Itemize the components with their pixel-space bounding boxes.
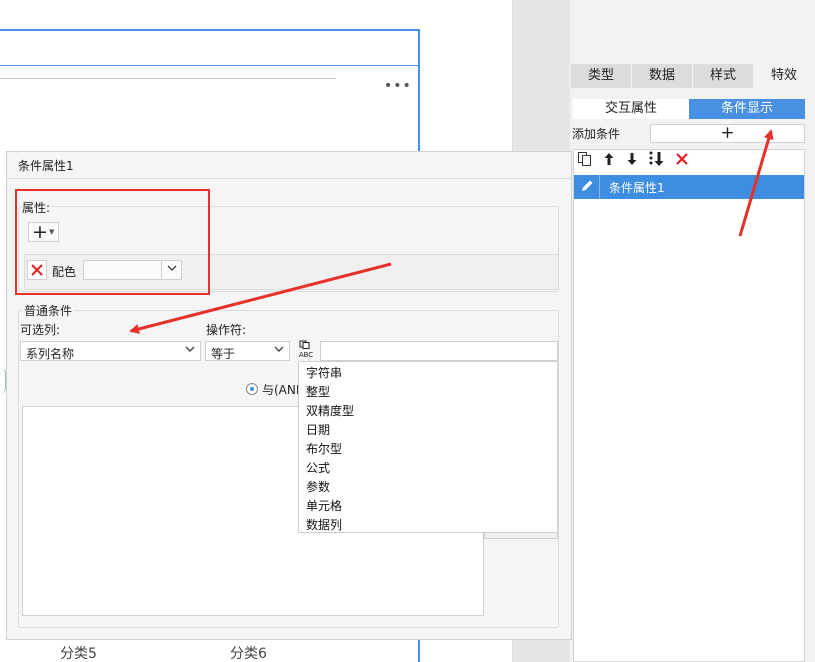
value-type-dropdown: 字符串 整型 双精度型 日期 布尔型 公式 参数 单元格 数据列 — [298, 361, 558, 533]
and-radio[interactable] — [246, 383, 258, 395]
type-option-parameter[interactable]: 参数 — [306, 478, 330, 495]
column-select[interactable]: 系列名称 — [20, 341, 201, 361]
x-category-label: 分类6 — [230, 646, 267, 662]
tab-data[interactable]: 数据 — [632, 64, 693, 88]
add-condition-label: 添加条件 — [572, 127, 621, 141]
tab-style[interactable]: 样式 — [693, 64, 754, 88]
condition-list — [573, 149, 805, 662]
column-label: 可选列: — [20, 323, 61, 337]
operator-select-value: 等于 — [211, 347, 236, 361]
tab-conditional-display[interactable]: 条件显示 — [689, 99, 805, 119]
type-option-cell[interactable]: 单元格 — [306, 497, 342, 514]
value-type-button[interactable]: ABC — [294, 340, 318, 362]
more-options-icon[interactable]: ••• — [384, 78, 412, 94]
normal-condition-label: 普通条件 — [22, 302, 75, 319]
chart-frame-divider — [0, 65, 418, 66]
condition-item-label: 条件属性1 — [609, 181, 665, 195]
operator-label: 操作符: — [206, 323, 247, 337]
delete-icon[interactable] — [675, 152, 689, 172]
canvas-edge-marker — [0, 368, 6, 394]
tab-effects[interactable]: 特效 — [754, 64, 815, 88]
add-condition-button[interactable]: + — [650, 124, 805, 143]
column-select-value: 系列名称 — [26, 347, 75, 361]
type-option-double[interactable]: 双精度型 — [306, 402, 354, 419]
type-option-boolean[interactable]: 布尔型 — [306, 440, 342, 457]
tab-type[interactable]: 类型 — [571, 64, 632, 88]
type-option-formula[interactable]: 公式 — [306, 459, 330, 476]
arrow-down-icon[interactable] — [625, 151, 639, 173]
x-category-label: 分类5 — [60, 646, 97, 662]
type-option-integer[interactable]: 整型 — [306, 383, 330, 400]
effects-sub-tabs: 交互属性 条件显示 — [573, 99, 805, 119]
condition-list-item[interactable]: 条件属性1 — [574, 175, 804, 199]
dialog-title-divider — [7, 178, 571, 179]
dialog-title: 条件属性1 — [18, 159, 74, 173]
arrow-up-icon[interactable] — [602, 151, 616, 173]
move-bottom-icon[interactable] — [648, 150, 666, 174]
copy-icon[interactable] — [577, 151, 593, 173]
tab-interaction[interactable]: 交互属性 — [573, 99, 689, 119]
property-tabs: 类型 数据 样式 特效 — [571, 64, 815, 88]
type-option-data-column[interactable]: 数据列 — [306, 516, 342, 533]
item-separator — [599, 175, 600, 199]
type-option-string[interactable]: 字符串 — [306, 364, 342, 381]
condition-list-toolbar — [577, 150, 689, 174]
value-type-label: ABC — [298, 351, 314, 359]
chart-gridline — [0, 78, 336, 79]
type-option-date[interactable]: 日期 — [306, 421, 330, 438]
chevron-down-icon — [269, 342, 289, 360]
operator-select[interactable]: 等于 — [205, 341, 290, 361]
edit-pencil-icon — [579, 178, 597, 196]
condition-value-input[interactable] — [320, 341, 558, 361]
chevron-down-icon — [180, 342, 200, 360]
annotation-highlight-box — [15, 189, 210, 295]
